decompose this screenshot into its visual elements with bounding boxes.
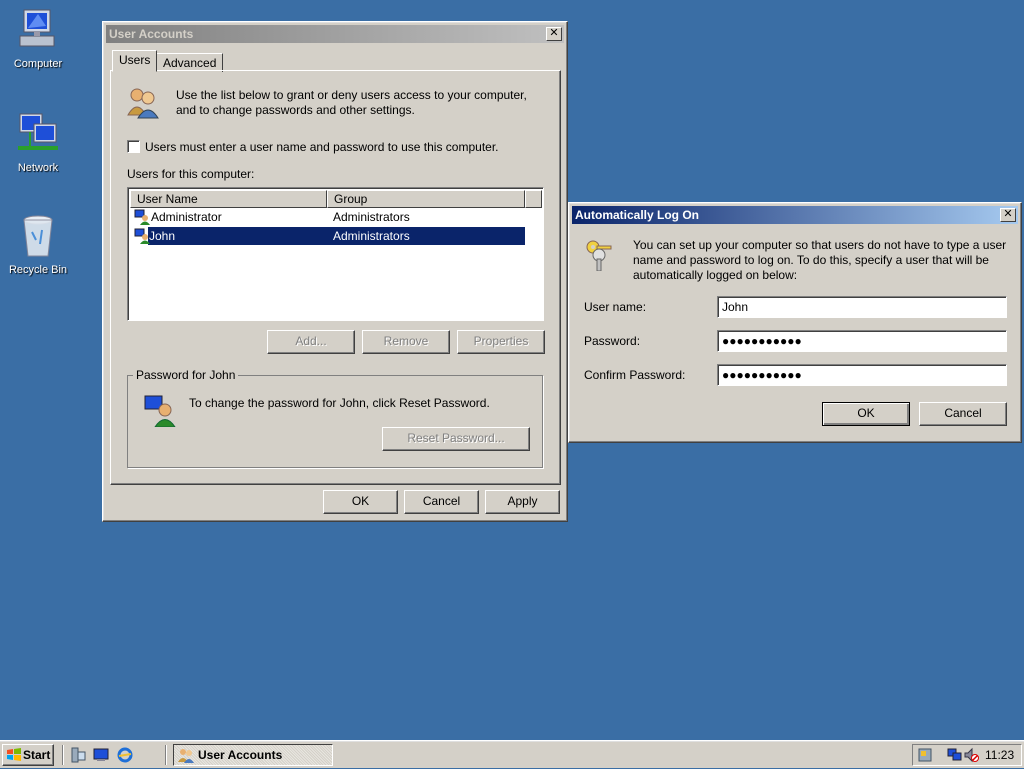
table-row[interactable]: Administrator Administrators xyxy=(132,208,525,226)
user-icon xyxy=(134,209,150,225)
username-field[interactable]: John xyxy=(717,296,1007,318)
password-groupbox xyxy=(127,375,543,468)
server-manager-icon[interactable] xyxy=(70,747,86,763)
column-label: User Name xyxy=(137,192,198,206)
start-button[interactable]: Start xyxy=(2,744,54,766)
button-label: Add... xyxy=(295,334,327,348)
button-label: Cancel xyxy=(944,406,982,420)
reset-password-button[interactable]: Reset Password... xyxy=(382,427,530,451)
users-label: Users for this computer: xyxy=(127,167,255,181)
ok-button[interactable]: OK xyxy=(323,490,398,514)
divider xyxy=(62,745,64,765)
start-label: Start xyxy=(23,748,51,762)
button-label: OK xyxy=(351,494,370,508)
keys-icon xyxy=(583,237,617,272)
taskbar-item-label: User Accounts xyxy=(198,748,283,762)
column-header-group[interactable]: Group xyxy=(327,190,525,208)
confirm-password-field[interactable]: ●●●●●●●●●●● xyxy=(717,364,1007,386)
users-icon xyxy=(178,747,194,763)
tab-users[interactable]: Users xyxy=(112,50,158,72)
tray-app-icon[interactable] xyxy=(917,747,933,763)
must-enter-checkbox-label[interactable]: Users must enter a user name and passwor… xyxy=(145,140,499,154)
button-label: Cancel xyxy=(422,494,461,508)
password-group-title: Password for John xyxy=(133,368,239,382)
clock[interactable]: 11:23 xyxy=(985,748,1014,762)
intro-text-line2: and to change passwords and other settin… xyxy=(176,103,415,117)
column-label: Group xyxy=(334,192,368,206)
table-row[interactable]: John Administrators xyxy=(148,227,525,245)
tab-label: Advanced xyxy=(163,56,217,70)
windows-logo-icon xyxy=(6,747,22,763)
users-list[interactable]: User Name Group Administrator Administra… xyxy=(127,187,544,321)
title-bar[interactable]: User Accounts ✕ xyxy=(106,25,564,43)
desktop-icon-label: Network xyxy=(17,162,59,174)
button-label: Properties xyxy=(473,334,529,348)
desktop-icon-recycle-bin[interactable]: Recycle Bin xyxy=(0,212,76,276)
close-button[interactable]: ✕ xyxy=(1000,208,1016,222)
volume-muted-icon[interactable] xyxy=(963,747,979,763)
network-icon xyxy=(14,110,62,158)
desktop-icon-network[interactable]: Network xyxy=(0,110,76,174)
must-enter-checkbox[interactable] xyxy=(127,140,140,153)
button-label: OK xyxy=(857,406,875,420)
properties-button[interactable]: Properties xyxy=(457,330,545,354)
internet-explorer-icon[interactable] xyxy=(117,747,133,763)
column-header-username[interactable]: User Name xyxy=(130,190,327,208)
description-line2: name and password to log on. To do this,… xyxy=(633,253,989,267)
tab-panel: Use the list below to grant or deny user… xyxy=(110,70,561,485)
tab-label: Users xyxy=(119,53,151,67)
divider xyxy=(165,745,167,765)
cancel-button[interactable]: Cancel xyxy=(404,490,479,514)
user-group-cell: Administrators xyxy=(333,210,410,224)
auto-logon-dialog: Automatically Log On ✕ You can set up yo… xyxy=(568,202,1022,443)
description-line3: automatically logged on below: xyxy=(633,268,798,282)
ok-button[interactable]: OK xyxy=(822,402,910,426)
title-bar[interactable]: Automatically Log On ✕ xyxy=(572,206,1018,224)
network-tray-icon[interactable] xyxy=(947,747,963,763)
user-name-cell: Administrator xyxy=(151,210,222,224)
button-label: Reset Password... xyxy=(407,431,505,445)
taskbar-item-user-accounts[interactable]: User Accounts xyxy=(173,744,333,766)
desktop-icon-label: Computer xyxy=(13,58,63,70)
username-label: User name: xyxy=(584,300,647,314)
users-icon xyxy=(126,85,160,119)
window-title: Automatically Log On xyxy=(575,208,700,222)
column-header-filler xyxy=(525,190,542,208)
button-label: Remove xyxy=(383,334,429,348)
user-group-cell: Administrators xyxy=(333,229,410,243)
close-button[interactable]: ✕ xyxy=(546,27,562,41)
intro-text-line1: Use the list below to grant or deny user… xyxy=(176,88,527,102)
system-tray: 11:23 xyxy=(912,744,1022,766)
password-field[interactable]: ●●●●●●●●●●● xyxy=(717,330,1007,352)
description-line1: You can set up your computer so that use… xyxy=(633,238,1007,252)
cancel-button[interactable]: Cancel xyxy=(919,402,1007,426)
confirm-password-label: Confirm Password: xyxy=(584,368,686,382)
desktop-icon-computer[interactable]: Computer xyxy=(0,6,76,70)
button-label: Apply xyxy=(507,494,538,508)
user-accounts-window: User Accounts ✕ Users Advanced Use the l… xyxy=(102,21,568,522)
user-icon xyxy=(134,228,150,244)
window-title: User Accounts xyxy=(109,27,194,41)
desktop-icon-label: Recycle Bin xyxy=(8,264,68,276)
user-icon xyxy=(144,395,176,428)
show-desktop-icon[interactable] xyxy=(93,747,109,763)
add-user-button[interactable]: Add... xyxy=(267,330,355,354)
recycle-bin-icon xyxy=(14,212,62,260)
computer-icon xyxy=(14,6,62,54)
apply-button[interactable]: Apply xyxy=(485,490,560,514)
password-label: Password: xyxy=(584,334,641,348)
remove-user-button[interactable]: Remove xyxy=(362,330,450,354)
taskbar: Start User Accounts 11:23 xyxy=(0,740,1024,768)
user-name-cell: John xyxy=(149,229,176,243)
password-text: To change the password for John, click R… xyxy=(189,396,490,410)
